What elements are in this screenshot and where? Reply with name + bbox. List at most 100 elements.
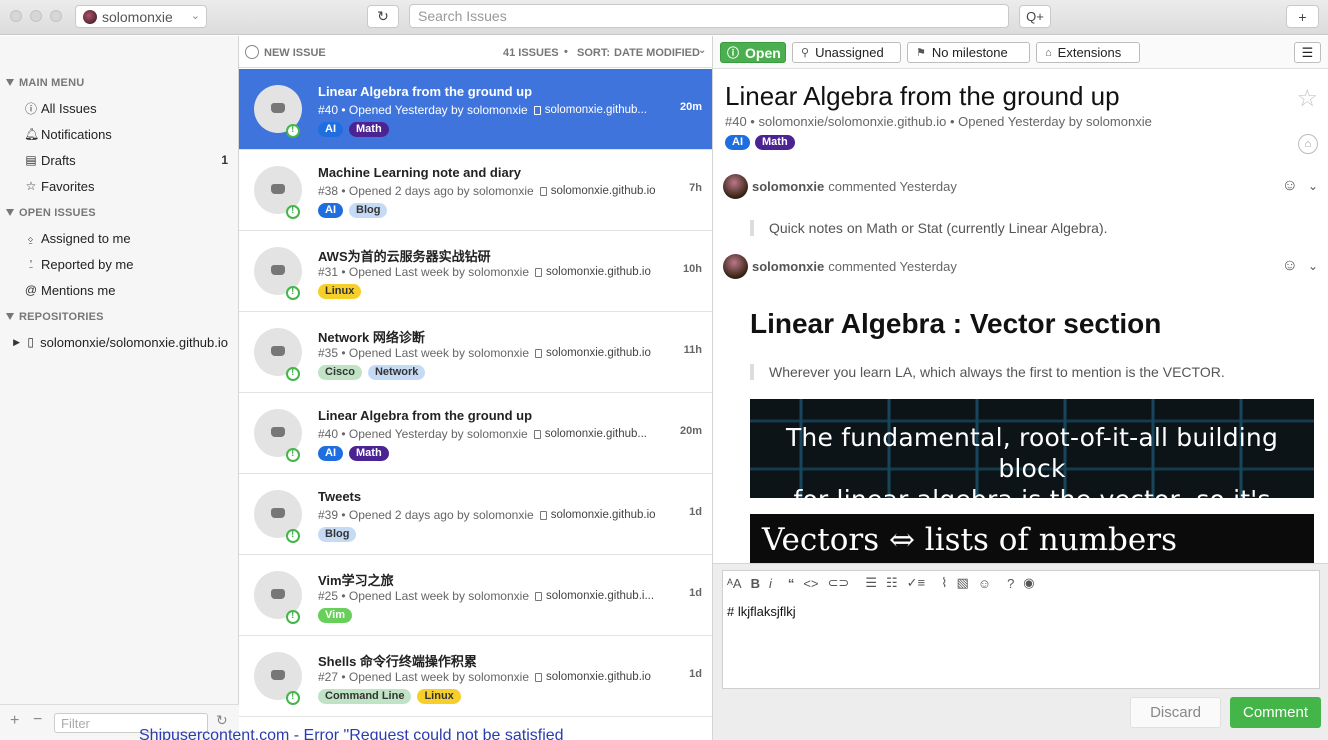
label-badge: Math	[349, 446, 389, 461]
issue-list-item[interactable]: Network 网络诊断 #35 • Opened Last week by s…	[239, 312, 712, 393]
refresh-icon: ↻	[377, 8, 389, 24]
repo-name: solomonxie.github.io	[546, 671, 651, 683]
remove-icon[interactable]: −	[33, 711, 42, 729]
sidebar-item-all-issues[interactable]: ⓘ All Issues	[24, 97, 228, 119]
chevron-updown-icon: ⌄	[190, 10, 200, 22]
octocat-icon	[271, 265, 285, 275]
issue-title: Machine Learning note and diary	[318, 165, 521, 180]
issue-repo: solomonxie.github.io	[535, 671, 651, 683]
issue-meta: #39 • Opened 2 days ago by solomonxie so…	[318, 508, 656, 522]
issue-meta-text: #40 • Opened Yesterday by solomonxie	[318, 427, 528, 441]
milestone-button[interactable]: ⚑ No milestone	[907, 42, 1030, 63]
issue-count: 41 ISSUES	[503, 47, 559, 59]
chevron-down-icon[interactable]: ⌄	[1308, 179, 1318, 193]
main-menu-header[interactable]: MAIN MENU	[6, 77, 84, 89]
issue-list-item[interactable]: Linear Algebra from the ground up #40 • …	[239, 69, 712, 150]
discard-button[interactable]: Discard	[1130, 697, 1221, 728]
issue-repo: solomonxie.github...	[533, 428, 647, 440]
extensions-button[interactable]: ⌂ Extensions	[1036, 42, 1140, 63]
image-caption-line: for linear algebra is the vector, so it'…	[750, 484, 1314, 498]
issue-age: 10h	[683, 263, 702, 275]
minimize-window-button[interactable]	[30, 10, 42, 22]
label-tag-icon[interactable]: ⌂	[1298, 134, 1318, 154]
comment-heading: Linear Algebra : Vector section	[750, 308, 1162, 339]
sort-dropdown[interactable]: DATE MODIFIED	[614, 47, 700, 59]
repositories-header[interactable]: REPOSITORIES	[6, 311, 104, 323]
account-name: solomonxie	[102, 8, 173, 25]
disclosure-right-icon[interactable]: ▶	[12, 337, 21, 348]
new-issue-toolbar-button[interactable]: +	[1286, 5, 1319, 28]
task-list-icon[interactable]: ✓≡	[907, 575, 925, 591]
comment-author[interactable]: solomonxie	[752, 259, 824, 274]
editor-text[interactable]: # lkjflaksjflkj	[727, 604, 796, 619]
repo-book-icon	[533, 429, 541, 439]
issue-list-item[interactable]: Machine Learning note and diary #38 • Op…	[239, 150, 712, 231]
image-icon[interactable]: ▧	[956, 575, 968, 591]
comment-button[interactable]: Comment	[1230, 697, 1321, 728]
new-issue-icon[interactable]	[245, 45, 259, 59]
chevron-down-icon[interactable]: ⌄	[1308, 259, 1318, 273]
new-search-button[interactable]: Q+	[1019, 5, 1051, 28]
attach-icon[interactable]: ⌇	[941, 575, 947, 591]
sidebar-item-repo[interactable]: ▶ ▯ solomonxie/solomonxie.github.io	[12, 331, 228, 353]
text-size-icon[interactable]: ᴬA	[727, 576, 742, 591]
label-badge: Network	[367, 365, 426, 380]
sidebar-item-assigned[interactable]: ⍚ Assigned to me	[24, 227, 228, 249]
bullet-list-icon[interactable]: ☰	[865, 575, 877, 591]
open-status-icon	[286, 286, 300, 300]
plus-icon: +	[1298, 8, 1307, 25]
octocat-icon	[271, 589, 285, 599]
add-icon[interactable]: +	[10, 712, 19, 730]
help-icon[interactable]: ?	[1007, 576, 1014, 591]
refresh-button[interactable]: ↻	[367, 5, 399, 28]
search-input[interactable]	[409, 4, 1009, 28]
account-selector[interactable]: solomonxie ⌄	[75, 5, 207, 28]
title-bar: solomonxie ⌄ ↻ Q+ +	[0, 0, 1328, 35]
comment-editor[interactable]: ᴬA B i “ <> ⊂⊃ ☰ ☷ ✓≡ ⌇ ▧ ☺ ? ◉ # lkjfla…	[722, 570, 1320, 689]
menu-button[interactable]: ☰	[1294, 42, 1321, 63]
open-issues-header[interactable]: OPEN ISSUES	[6, 207, 96, 219]
sidebar-item-reported[interactable]: ⍘ Reported by me	[24, 253, 228, 275]
issue-title: Vim学习之旅	[318, 573, 394, 588]
label-badge: Command Line	[318, 689, 412, 704]
assignee-button[interactable]: ⚲ Unassigned	[792, 42, 901, 63]
repo-name: solomonxie.github.io	[546, 266, 651, 278]
emoji-reaction-icon[interactable]: ☺	[1282, 257, 1298, 275]
avatar	[723, 253, 748, 279]
issue-age: 20m	[679, 425, 702, 437]
issue-age: 1d	[689, 668, 702, 680]
italic-icon[interactable]: i	[769, 576, 772, 591]
sidebar-item-mentions[interactable]: @ Mentions me	[24, 279, 228, 301]
label-badge: Linux	[417, 689, 461, 704]
issue-meta: #38 • Opened 2 days ago by solomonxie so…	[318, 184, 656, 198]
numbered-list-icon[interactable]: ☷	[886, 575, 898, 591]
comment-author[interactable]: solomonxie	[752, 179, 824, 194]
emoji-icon[interactable]: ☺	[978, 576, 991, 591]
issue-list-item[interactable]: Linear Algebra from the ground up #40 • …	[239, 393, 712, 474]
close-window-button[interactable]	[10, 10, 22, 22]
chevron-down-icon[interactable]: ⌄	[698, 45, 706, 56]
new-issue-button[interactable]: NEW ISSUE	[264, 47, 326, 59]
zoom-window-button[interactable]	[50, 10, 62, 22]
sidebar-item-drafts[interactable]: ▤ Drafts 1	[24, 149, 228, 171]
open-status-icon	[286, 529, 300, 543]
quote-icon[interactable]: “	[788, 576, 795, 591]
label-badge: AI	[318, 203, 343, 218]
sidebar-item-favorites[interactable]: ☆ Favorites	[24, 175, 228, 197]
issue-list-item[interactable]: Tweets #39 • Opened 2 days ago by solomo…	[239, 474, 712, 555]
issue-list-item[interactable]: Shells 命令行终端操作积累 #27 • Opened Last week …	[239, 636, 712, 717]
comment-composer: ᴬA B i “ <> ⊂⊃ ☰ ☷ ✓≡ ⌇ ▧ ☺ ? ◉ # lkjfla…	[713, 563, 1328, 740]
issue-list-item[interactable]: Vim学习之旅 #25 • Opened Last week by solomo…	[239, 555, 712, 636]
link-icon[interactable]: ⊂⊃	[828, 575, 850, 591]
issue-list-item[interactable]: AWS为首的云服务器实战钻研 #31 • Opened Last week by…	[239, 231, 712, 312]
emoji-reaction-icon[interactable]: ☺	[1282, 177, 1298, 195]
issue-labels: Cisco Network	[318, 365, 426, 380]
separator-dot: •	[564, 46, 568, 58]
issue-repo: solomonxie.github.io	[535, 347, 651, 359]
bold-icon[interactable]: B	[751, 576, 760, 591]
preview-eye-icon[interactable]: ◉	[1023, 575, 1034, 591]
status-badge[interactable]: ⓘ Open	[720, 42, 786, 63]
sidebar-item-notifications[interactable]: 🔔︎ Notifications	[24, 123, 228, 145]
code-icon[interactable]: <>	[803, 576, 818, 591]
favorite-star-icon[interactable]: ☆	[1296, 84, 1318, 113]
